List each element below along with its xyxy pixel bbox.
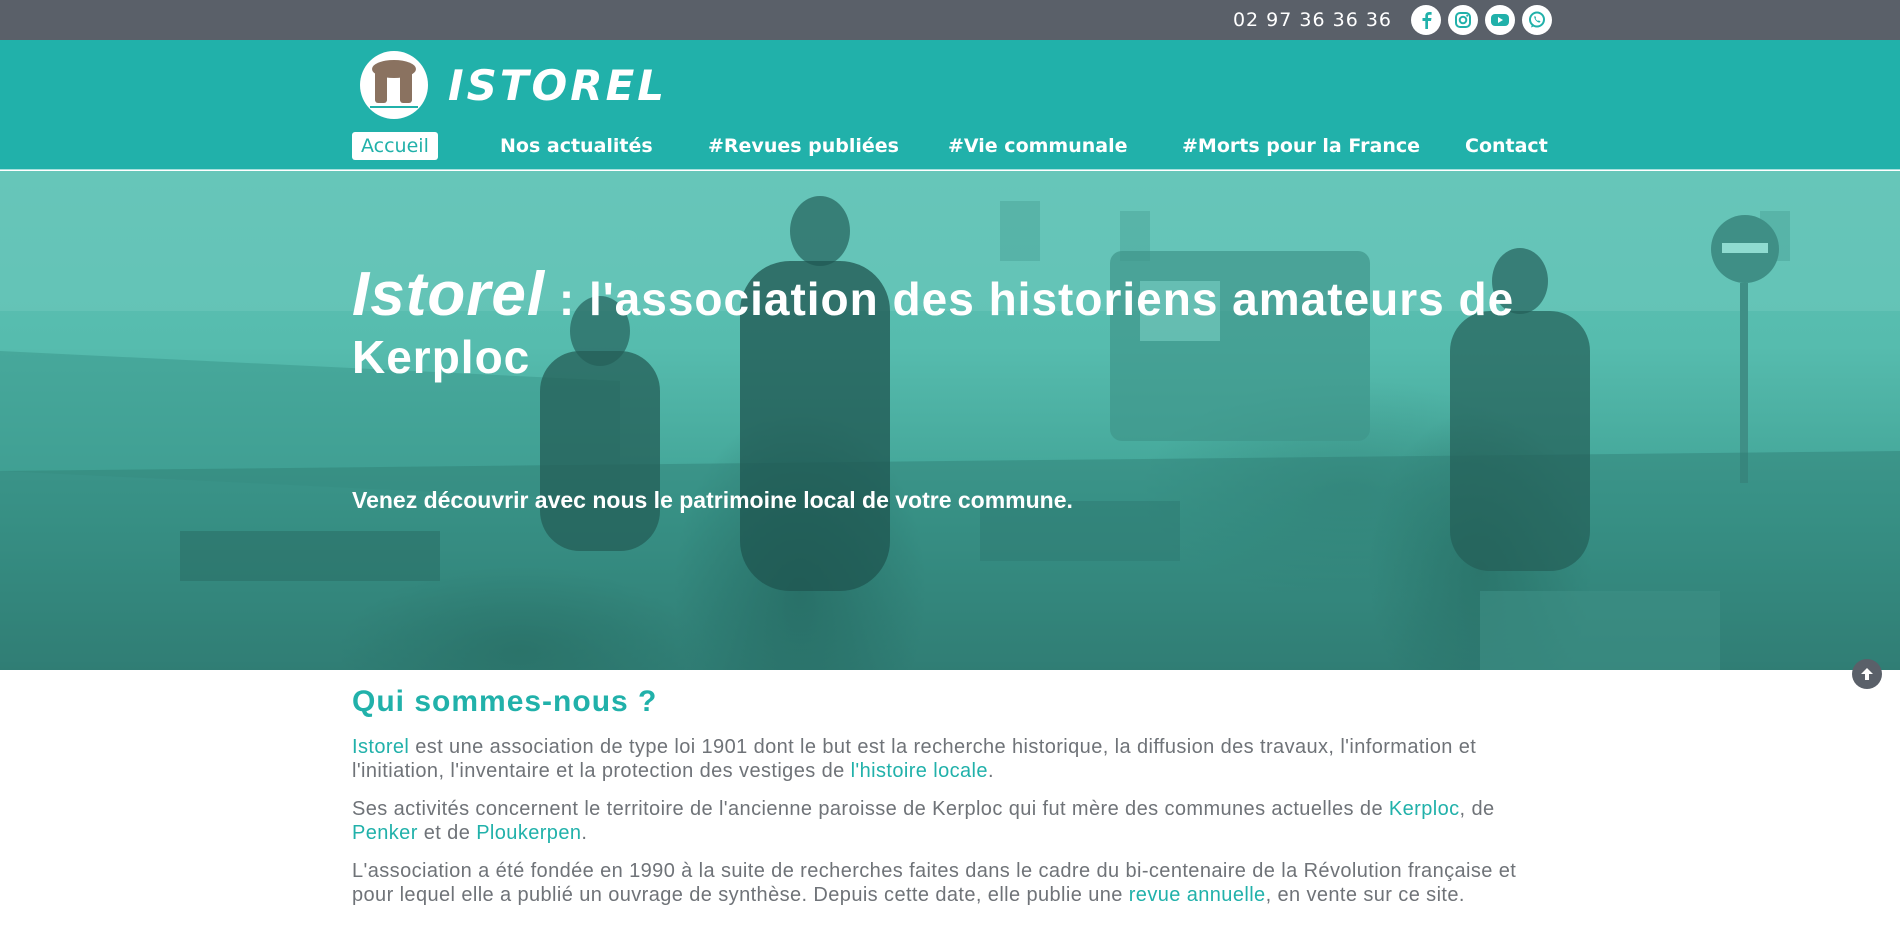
nav-morts-pour-la-france[interactable]: #Morts pour la France: [1182, 132, 1420, 160]
paragraph-text: et de: [417, 822, 477, 844]
main-content: Qui sommes-nous ? Istorel est une associ…: [352, 685, 1552, 921]
paragraph-text: .: [581, 822, 588, 844]
about-paragraph-3: L'association a été fondée en 1990 à la …: [352, 859, 1552, 907]
about-paragraph-1: Istorel est une association de type loi …: [352, 735, 1552, 783]
site-title: ISTOREL: [448, 60, 668, 110]
link-istorel[interactable]: Istorel: [352, 736, 409, 758]
phone-number[interactable]: 02 97 36 36 36: [1233, 9, 1392, 31]
nav-contact[interactable]: Contact: [1465, 132, 1548, 160]
link-histoire-locale[interactable]: l'histoire locale: [851, 760, 988, 782]
hero-photo: [0, 171, 1900, 670]
nav-revues-publiees[interactable]: #Revues publiées: [708, 132, 899, 160]
dolmen-logo-icon: [360, 51, 428, 119]
paragraph-text: , de: [1459, 798, 1495, 820]
main-nav: Accueil Nos actualités #Revues publiées …: [352, 132, 1552, 162]
nav-nos-actualites[interactable]: Nos actualités: [500, 132, 653, 160]
paragraph-text: .: [987, 760, 994, 782]
section-title: Qui sommes-nous ?: [352, 685, 658, 718]
instagram-icon[interactable]: [1448, 5, 1478, 35]
link-ploukerpen[interactable]: Ploukerpen: [476, 822, 581, 844]
nav-accueil[interactable]: Accueil: [352, 132, 438, 160]
hero-title: Istorel : l'association des historiens a…: [352, 264, 1552, 386]
about-paragraph-2: Ses activités concernent le territoire d…: [352, 797, 1552, 845]
paragraph-text: , en vente sur ce site.: [1265, 884, 1465, 906]
arrow-up-icon: [1861, 668, 1873, 680]
logo[interactable]: ISTOREL: [360, 51, 667, 119]
site-header: ISTOREL Accueil Nos actualités #Revues p…: [0, 40, 1900, 170]
link-kerploc[interactable]: Kerploc: [1389, 798, 1460, 820]
hero-subtitle: Venez découvrir avec nous le patrimoine …: [352, 487, 1073, 513]
top-bar: 02 97 36 36 36: [0, 0, 1900, 40]
hero-banner: Istorel : l'association des historiens a…: [0, 171, 1900, 670]
youtube-icon[interactable]: [1485, 5, 1515, 35]
nav-vie-communale[interactable]: #Vie communale: [948, 132, 1128, 160]
hero-brand: Istorel: [352, 260, 546, 329]
whatsapp-icon[interactable]: [1522, 5, 1552, 35]
link-revue-annuelle[interactable]: revue annuelle: [1129, 884, 1266, 906]
link-penker[interactable]: Penker: [352, 822, 418, 844]
scroll-to-top-button[interactable]: [1852, 659, 1882, 689]
paragraph-text: Ses activités concernent le territoire d…: [352, 798, 1389, 820]
facebook-icon[interactable]: [1411, 5, 1441, 35]
